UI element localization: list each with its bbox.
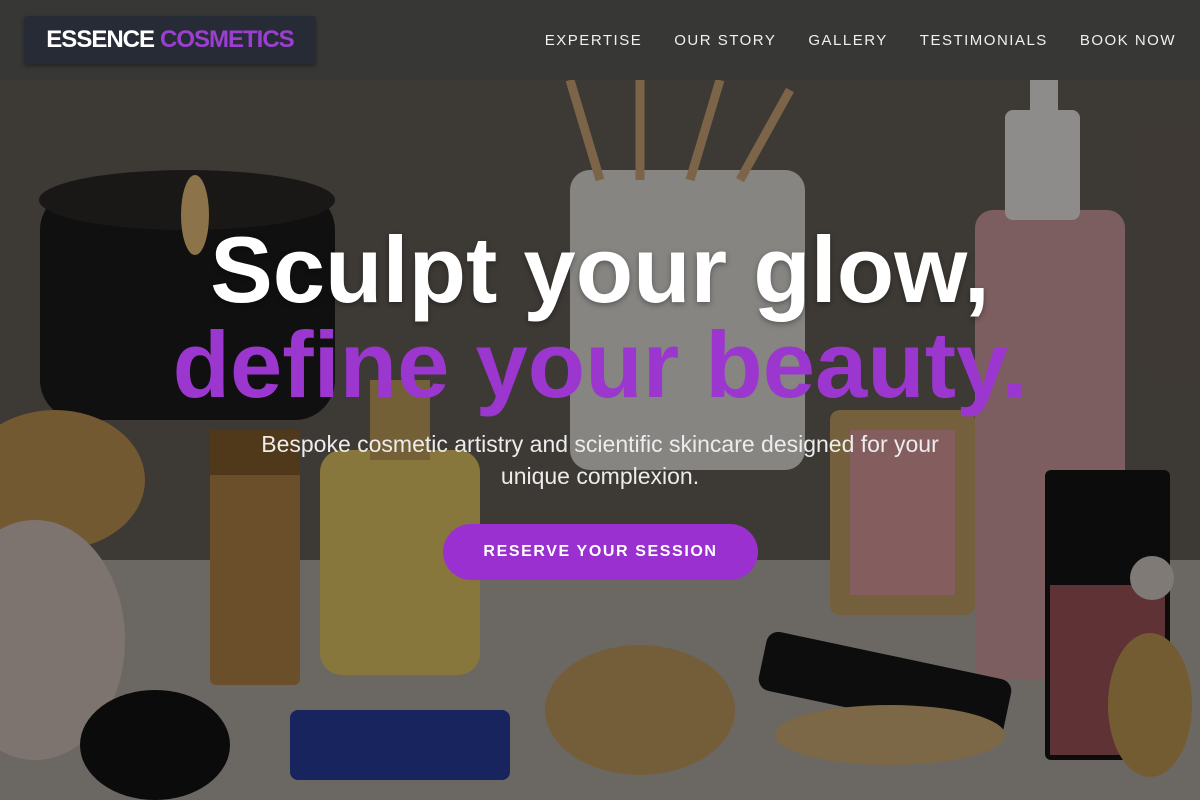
hero-headline-line1: Sculpt your glow, [210, 217, 990, 322]
logo-text-essence: ESSENCE [46, 26, 155, 53]
hero-subtitle: Bespoke cosmetic artistry and scientific… [261, 431, 939, 489]
brand-logo[interactable]: ESSENCE COSMETICS [24, 16, 316, 64]
nav-link-book-now[interactable]: BOOK NOW [1080, 32, 1176, 49]
reserve-session-button[interactable]: RESERVE YOUR SESSION [443, 524, 758, 580]
nav-link-gallery[interactable]: GALLERY [808, 32, 887, 49]
logo-text-cosmetics: COSMETICS [160, 26, 295, 53]
top-navigation-bar: ESSENCE COSMETICS EXPERTISE OUR STORY GA… [0, 0, 1200, 80]
hero-headline-line2: define your beauty. [172, 312, 1028, 417]
nav-link-expertise[interactable]: EXPERTISE [545, 32, 642, 49]
nav-link-testimonials[interactable]: TESTIMONIALS [920, 32, 1048, 49]
main-nav: EXPERTISE OUR STORY GALLERY TESTIMONIALS… [545, 0, 1176, 80]
hero-section: Sculpt your glow, define your beauty. Be… [0, 80, 1200, 800]
nav-link-our-story[interactable]: OUR STORY [674, 32, 776, 49]
